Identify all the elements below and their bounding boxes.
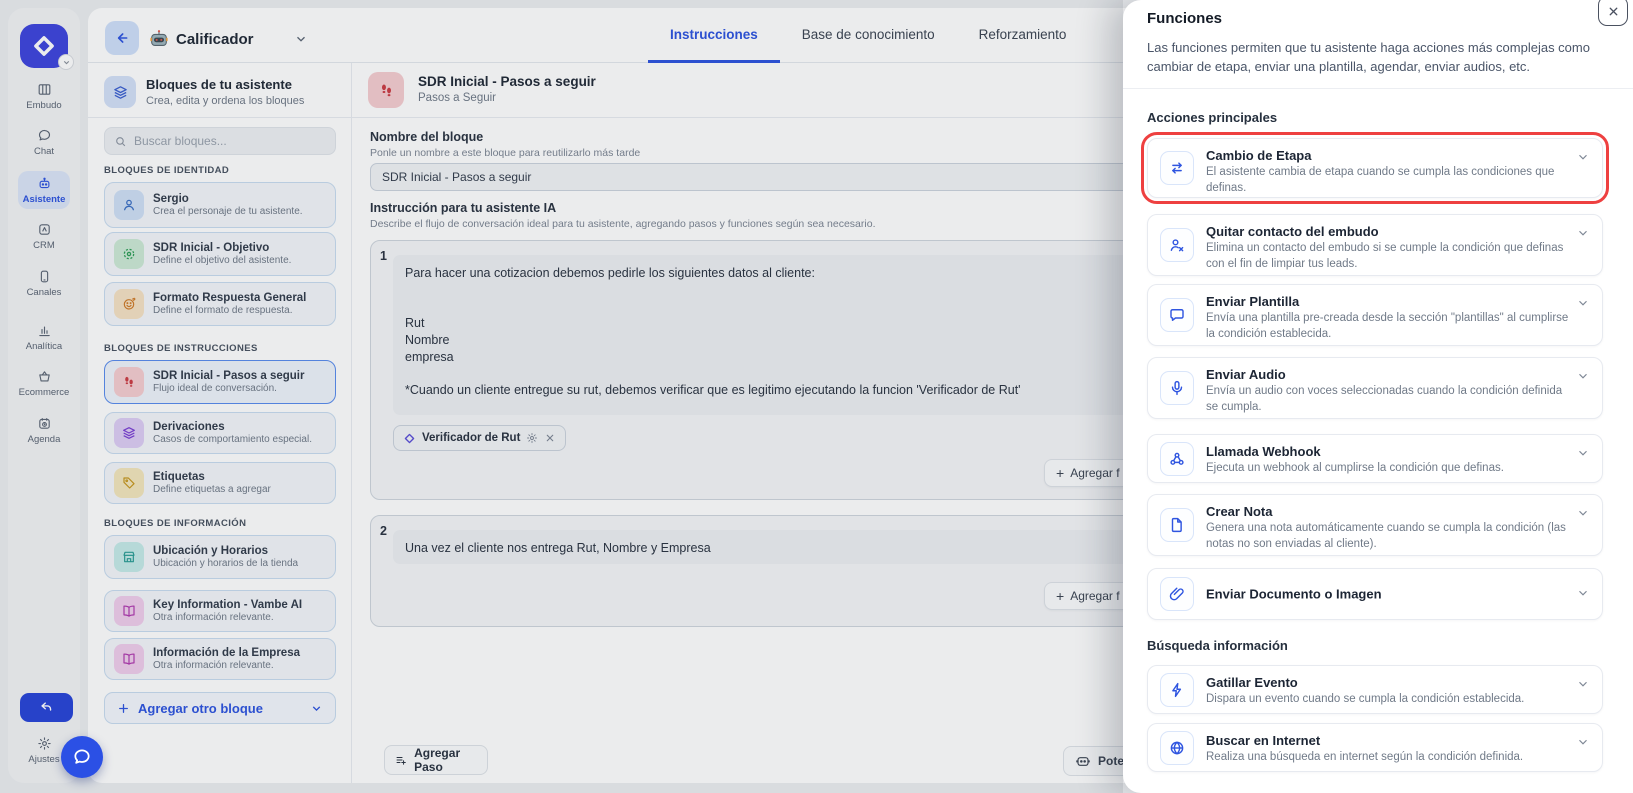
function-card-enviar-audio[interactable]: Enviar Audio Envía un audio con voces se… [1147,357,1603,419]
chevron-down-icon[interactable] [1576,369,1590,383]
function-title: Buscar en Internet [1206,733,1320,748]
chevron-down-icon[interactable] [1576,446,1590,460]
webhook-icon [1160,442,1194,476]
function-title: Enviar Plantilla [1206,294,1299,309]
lightning-icon [1160,673,1194,707]
close-icon [1607,5,1620,18]
function-title: Cambio de Etapa [1206,148,1311,163]
close-panel-button[interactable] [1598,0,1628,26]
function-title: Llamada Webhook [1206,444,1321,459]
function-card-quitar-contacto[interactable]: Quitar contacto del embudo Elimina un co… [1147,214,1603,276]
chevron-down-icon[interactable] [1576,586,1590,600]
chevron-down-icon[interactable] [1576,506,1590,520]
microphone-icon [1160,371,1194,405]
functions-panel: Funciones Las funciones permiten que tu … [1123,0,1633,793]
function-desc: Envía una plantilla pre-creada desde la … [1206,311,1571,342]
chevron-down-icon[interactable] [1576,150,1590,164]
chevron-down-icon[interactable] [1576,296,1590,310]
function-title: Gatillar Evento [1206,675,1298,690]
function-title: Crear Nota [1206,504,1272,519]
function-card-gatillar-evento[interactable]: Gatillar Evento Dispara un evento cuando… [1147,665,1603,714]
section-label-busqueda-informacion: Búsqueda información [1147,638,1288,653]
note-icon [1160,508,1194,542]
panel-title: Funciones [1147,10,1222,27]
function-desc: Elimina un contacto del embudo si se cum… [1206,241,1571,272]
chat-widget-button[interactable] [61,736,103,778]
function-desc: Dispara un evento cuando se cumpla la co… [1206,692,1571,708]
chat-bubble-icon [72,747,92,767]
panel-divider [1123,88,1633,89]
function-desc: Realiza una búsqueda en internet según l… [1206,750,1571,766]
function-desc: Genera una nota automáticamente cuando s… [1206,521,1571,552]
person-remove-icon [1160,228,1194,262]
chevron-down-icon[interactable] [1576,677,1590,691]
overlay-scrim[interactable] [0,0,1123,793]
globe-icon [1160,731,1194,765]
swap-arrows-icon [1160,151,1194,185]
app-root: Embudo Chat Asistente CRM Canales Analít… [0,0,1633,793]
function-title: Quitar contacto del embudo [1206,224,1379,239]
paperclip-icon [1160,577,1194,611]
function-card-buscar-en-internet[interactable]: Buscar en Internet Realiza una búsqueda … [1147,723,1603,772]
function-desc: Envía un audio con voces seleccionadas c… [1206,384,1571,415]
panel-description: Las funciones permiten que tu asistente … [1147,39,1599,77]
function-card-enviar-documento[interactable]: Enviar Documento o Imagen [1147,568,1603,620]
function-card-cambio-de-etapa[interactable]: Cambio de Etapa El asistente cambia de e… [1147,138,1603,198]
function-card-enviar-plantilla[interactable]: Enviar Plantilla Envía una plantilla pre… [1147,284,1603,346]
function-title: Enviar Audio [1206,367,1286,382]
template-bubble-icon [1160,298,1194,332]
function-desc: El asistente cambia de etapa cuando se c… [1206,165,1571,196]
function-desc: Ejecuta un webhook al cumplirse la condi… [1206,461,1571,477]
section-label-acciones-principales: Acciones principales [1147,110,1277,125]
chevron-down-icon[interactable] [1576,735,1590,749]
function-card-crear-nota[interactable]: Crear Nota Genera una nota automáticamen… [1147,494,1603,556]
chevron-down-icon[interactable] [1576,226,1590,240]
function-title: Enviar Documento o Imagen [1206,587,1382,602]
function-card-llamada-webhook[interactable]: Gatillar Evento Llamada Webhook Ejecuta … [1147,434,1603,483]
